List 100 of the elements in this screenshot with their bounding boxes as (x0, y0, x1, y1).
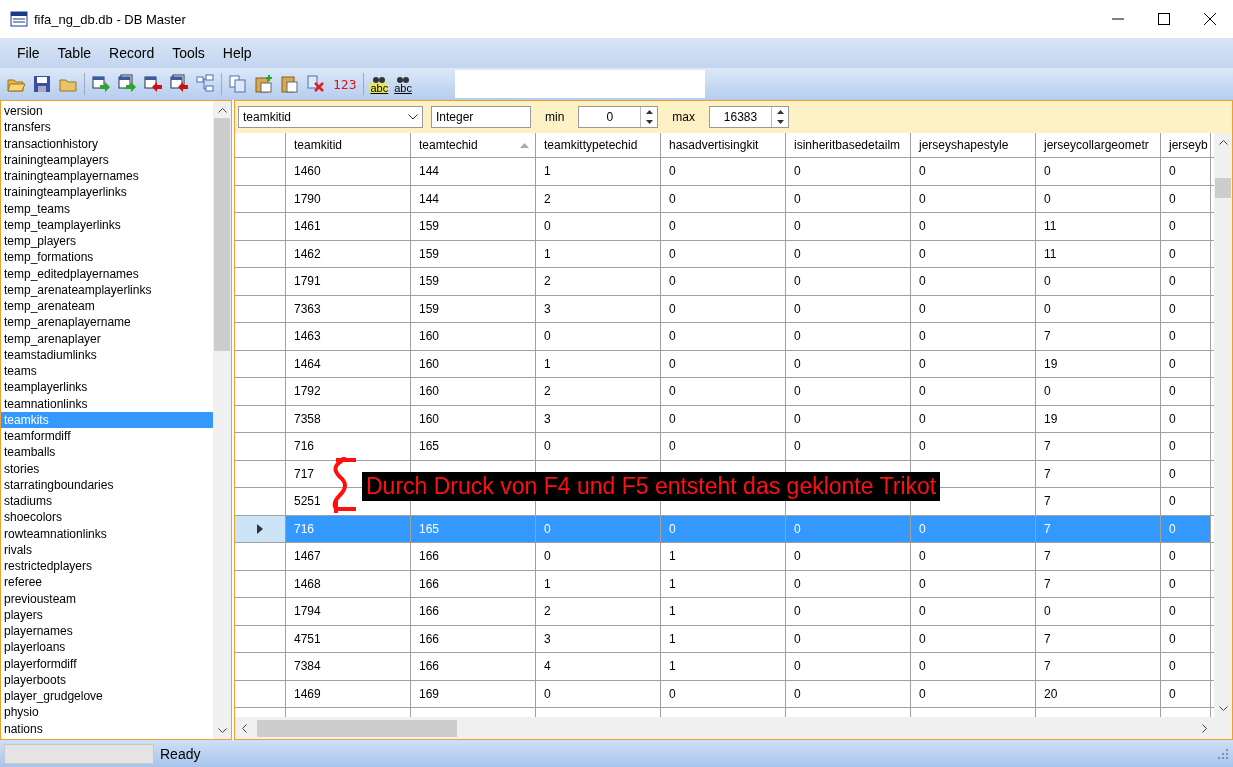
table-cell: 0 (1161, 598, 1211, 625)
paste-icon[interactable] (280, 74, 300, 94)
column-header[interactable]: jerseycollargeometr (1036, 133, 1161, 157)
table-list-item[interactable]: teamplayerlinks (1, 379, 213, 396)
table-list-item[interactable]: temp_teamplayerlinks (1, 216, 213, 233)
table-cell: 0 (661, 295, 786, 322)
table-cell: 0 (536, 543, 661, 570)
menu-item[interactable]: File (8, 45, 49, 61)
table-cell: 1 (536, 570, 661, 597)
scroll-down-icon[interactable] (217, 727, 227, 734)
scroll-right-icon[interactable] (1202, 723, 1208, 733)
table-list-item[interactable]: teams (1, 363, 213, 380)
menu-item[interactable]: Record (100, 45, 164, 61)
table-list-item[interactable]: teamnationlinks (1, 395, 213, 412)
table-cell: 0 (1161, 185, 1211, 212)
table-list-item[interactable]: temp_players (1, 233, 213, 250)
table-cell: 166 (411, 543, 536, 570)
scrollbar-thumb[interactable] (257, 719, 457, 737)
table-cell: 1 (536, 240, 661, 267)
table-list-item[interactable]: teamformdiff (1, 428, 213, 445)
max-spinner[interactable]: 16383 (709, 106, 789, 128)
table-cell: 0 (536, 433, 661, 460)
save-icon[interactable] (32, 74, 52, 94)
field-dropdown[interactable]: teamkitid (238, 106, 423, 128)
table-list-item[interactable]: stories (1, 460, 213, 477)
scrollbar-thumb[interactable] (214, 118, 230, 351)
paste-add-icon[interactable] (254, 74, 274, 94)
close-icon[interactable] (1204, 13, 1216, 25)
table-list-item[interactable]: rivals (1, 541, 213, 558)
resize-grip-icon[interactable] (1217, 747, 1229, 760)
table-list-item[interactable]: version (1, 103, 213, 120)
menu-item[interactable]: Table (48, 45, 101, 61)
table-list-item[interactable]: playernames (1, 623, 213, 640)
table-arrow-left-icon[interactable] (169, 74, 189, 94)
table-list-item[interactable]: stadiums (1, 493, 213, 510)
table-cell: 0 (786, 653, 911, 680)
table-list-item[interactable]: physio (1, 704, 213, 721)
column-header[interactable]: teamkittypetechid (536, 133, 661, 157)
min-spinner[interactable]: 0 (578, 106, 659, 128)
table-cell: 1468 (286, 570, 411, 597)
table-list-item[interactable]: playerboots (1, 671, 213, 688)
column-header[interactable]: isinheritbasedetailm (786, 133, 911, 157)
table-cell: 7363 (286, 295, 411, 322)
table-list-item[interactable]: transfers (1, 119, 213, 136)
delete-icon[interactable] (306, 74, 326, 94)
scrollbar-thumb[interactable] (1215, 178, 1231, 198)
scroll-up-icon[interactable] (217, 106, 227, 113)
table-list-item[interactable]: playerformdiff (1, 655, 213, 672)
table-cell: 1467 (286, 543, 411, 570)
table-list-item[interactable]: trainingteamplayernames (1, 168, 213, 185)
table-list-item[interactable]: temp_editedplayernames (1, 265, 213, 282)
table-list-item[interactable]: temp_teams (1, 200, 213, 217)
table-list-item[interactable]: shoecolors (1, 509, 213, 526)
table-list-item[interactable]: teamstadiumlinks (1, 346, 213, 363)
maximize-icon[interactable] (1158, 13, 1170, 25)
table-arrow-left-icon[interactable] (143, 74, 163, 94)
table-cell: 3 (536, 405, 661, 432)
column-header[interactable]: jerseyb (1161, 133, 1211, 157)
menu-item[interactable]: Help (213, 45, 261, 61)
table-cell: 0 (1161, 213, 1211, 240)
table-arrow-right-icon[interactable] (117, 74, 137, 94)
table-list-item[interactable]: restrictedplayers (1, 558, 213, 575)
table-list-item[interactable]: players (1, 606, 213, 623)
table-arrow-right-icon[interactable] (91, 74, 111, 94)
tree-icon[interactable] (195, 74, 215, 94)
table-list-item[interactable]: trainingteamplayers (1, 151, 213, 168)
column-header[interactable]: teamtechid (411, 133, 536, 157)
table-list-item[interactable]: previousteam (1, 590, 213, 607)
table-list-item[interactable]: temp_arenateamplayerlinks (1, 281, 213, 298)
table-list-item[interactable]: rowteamnationlinks (1, 525, 213, 542)
table-list-item[interactable]: temp_arenateam (1, 298, 213, 315)
table-list-item[interactable]: temp_formations (1, 249, 213, 266)
type-field[interactable]: Integer (431, 106, 531, 128)
table-cell: 0 (911, 268, 1036, 295)
scroll-left-icon[interactable] (241, 723, 247, 733)
table-list-item[interactable]: starratingboundaries (1, 476, 213, 493)
table-cell: 0 (786, 158, 911, 185)
table-list-item[interactable]: referee (1, 574, 213, 591)
table-list-item[interactable]: nations (1, 720, 213, 737)
table-cell: 0 (1161, 268, 1211, 295)
table-list-item[interactable]: temp_arenaplayer (1, 330, 213, 347)
scroll-up-icon[interactable] (1218, 138, 1228, 145)
table-list-item[interactable]: transactionhistory (1, 135, 213, 152)
table-list-item[interactable]: trainingteamplayerlinks (1, 184, 213, 201)
table-list-item[interactable]: player_grudgelove (1, 688, 213, 705)
table-cell: 166 (411, 570, 536, 597)
column-header[interactable]: hasadvertisingkit (661, 133, 786, 157)
table-cell: 0 (661, 213, 786, 240)
copy-icon[interactable] (228, 74, 248, 94)
scroll-down-icon[interactable] (1218, 705, 1228, 712)
column-header[interactable]: jerseyshapestyle (911, 133, 1036, 157)
number-button[interactable]: 123 (333, 76, 357, 92)
table-list-item[interactable]: playerloans (1, 639, 213, 656)
menu-item[interactable]: Tools (163, 45, 214, 61)
column-header[interactable]: teamkitid (286, 133, 411, 157)
table-list-item[interactable]: teamballs (1, 444, 213, 461)
table-cell: 0 (911, 405, 1036, 432)
find-next-button[interactable]: abc (394, 75, 412, 93)
table-list-item[interactable]: temp_arenaplayername (1, 314, 213, 331)
table-cell: 1460 (286, 158, 411, 185)
